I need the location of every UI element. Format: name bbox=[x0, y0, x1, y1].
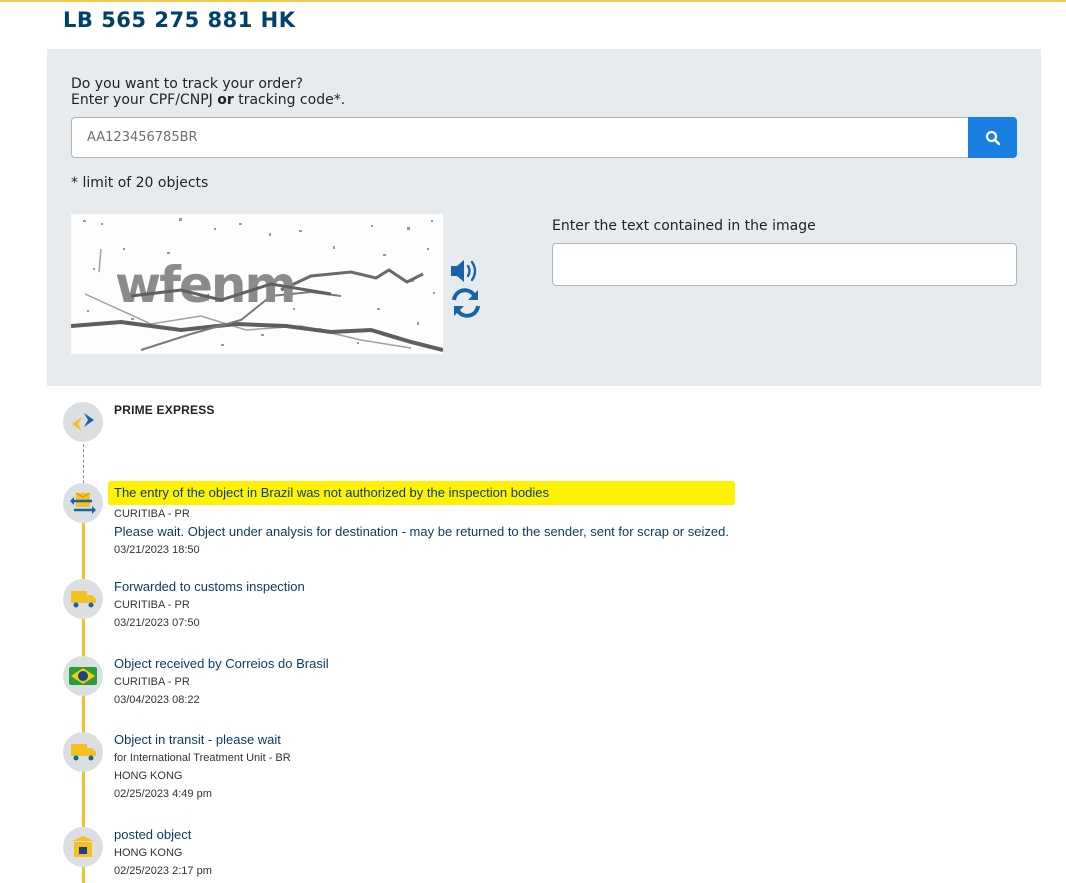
event-badge bbox=[63, 483, 103, 523]
event-datetime: 03/21/2023 18:50 bbox=[114, 544, 200, 556]
event-title: posted object bbox=[114, 827, 192, 842]
event-location: HONG KONG bbox=[114, 770, 183, 782]
event-badge bbox=[63, 827, 103, 867]
speaker-icon bbox=[451, 260, 477, 282]
search-button[interactable] bbox=[968, 117, 1017, 158]
prime-express-logo-icon bbox=[72, 413, 94, 431]
top-accent-line bbox=[0, 0, 1066, 2]
event-note: Please wait. Object under analysis for d… bbox=[114, 524, 729, 539]
event-detail: for International Treatment Unit - BR bbox=[114, 752, 291, 764]
prompt-line-1: Do you want to track your order? bbox=[71, 76, 304, 92]
prompt-line-2: Enter your CPF/CNPJ or tracking code*. bbox=[71, 92, 345, 108]
event-datetime: 02/25/2023 4:49 pm bbox=[114, 788, 212, 800]
carrier-badge bbox=[63, 402, 103, 442]
refresh-icon bbox=[452, 288, 480, 318]
event-title: Object in transit - please wait bbox=[114, 732, 281, 747]
captcha-refresh-button[interactable] bbox=[449, 287, 483, 319]
objects-limit-note: * limit of 20 objects bbox=[71, 175, 209, 191]
event-title-highlighted: The entry of the object in Brazil was no… bbox=[114, 481, 729, 505]
prompt-text-b: tracking code*. bbox=[233, 92, 346, 108]
event-datetime: 02/25/2023 2:17 pm bbox=[114, 865, 212, 877]
truck-icon bbox=[71, 744, 96, 761]
captcha-image: wfenm bbox=[71, 214, 443, 354]
event-location: CURITIBA - PR bbox=[114, 508, 190, 520]
event-location: HONG KONG bbox=[114, 847, 183, 859]
prompt-text-a: Enter your CPF/CNPJ bbox=[71, 92, 218, 108]
captcha-audio-button[interactable] bbox=[449, 257, 483, 285]
event-title: Forwarded to customs inspection bbox=[114, 579, 305, 594]
post-box-icon bbox=[72, 836, 94, 857]
captcha-input[interactable] bbox=[552, 243, 1017, 286]
prompt-text-or: or bbox=[217, 92, 234, 108]
tracking-code-input[interactable] bbox=[71, 117, 968, 158]
event-badge bbox=[63, 579, 103, 619]
truck-icon bbox=[71, 591, 96, 608]
captcha-label: Enter the text contained in the image bbox=[552, 218, 816, 234]
event-badge bbox=[63, 656, 103, 696]
tracking-form-panel: Do you want to track your order? Enter y… bbox=[47, 49, 1041, 386]
event-title: PRIME EXPRESS bbox=[114, 403, 215, 417]
event-datetime: 03/21/2023 07:50 bbox=[114, 617, 200, 629]
brazil-flag-icon bbox=[69, 667, 97, 685]
event-datetime: 03/04/2023 08:22 bbox=[114, 694, 200, 706]
event-location: CURITIBA - PR bbox=[114, 676, 190, 688]
event-location: CURITIBA - PR bbox=[114, 599, 190, 611]
event-badge bbox=[63, 732, 103, 772]
event-title: Object received by Correios do Brasil bbox=[114, 656, 329, 671]
tracking-timeline: PRIME EXPRESS The entry of the object in… bbox=[0, 386, 1066, 883]
tracking-code-title: LB 565 275 881 HK bbox=[63, 8, 296, 32]
returned-package-icon bbox=[70, 492, 96, 514]
search-icon bbox=[985, 130, 1000, 145]
tracking-prompt: Do you want to track your order? Enter y… bbox=[71, 76, 345, 108]
